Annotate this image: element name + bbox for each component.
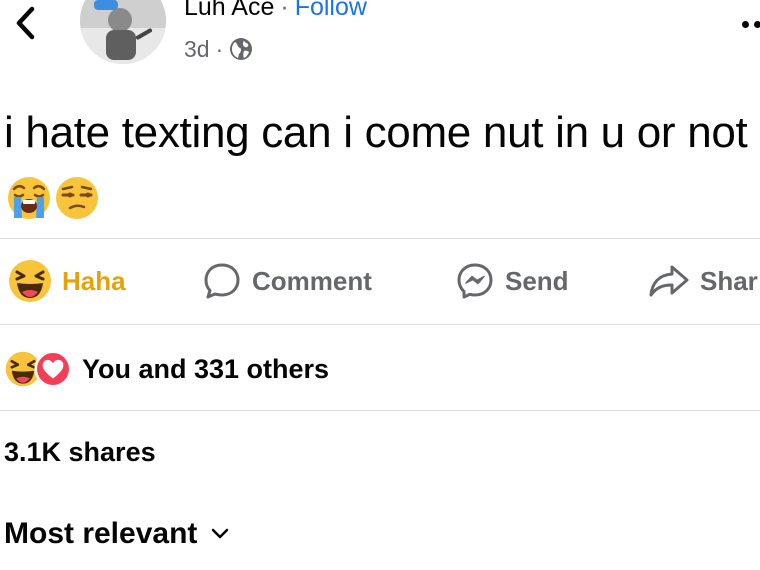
sort-label: Most relevant xyxy=(4,517,198,550)
back-button[interactable] xyxy=(8,2,44,44)
post-text: i hate texting can i come nut in u or no… xyxy=(4,108,748,157)
post-time[interactable]: 3d xyxy=(184,34,210,64)
divider xyxy=(0,238,760,239)
comment-button[interactable]: Comment xyxy=(202,256,372,306)
post-view: Luh Ace · Follow 3d · i hate texting can i… xyxy=(0,0,760,570)
unamused-face-icon xyxy=(56,177,98,219)
post-meta: 3d · xyxy=(184,34,253,64)
messenger-icon xyxy=(457,263,493,299)
chevron-left-icon xyxy=(16,6,35,40)
divider xyxy=(0,410,760,411)
comment-label: Comment xyxy=(252,265,372,296)
send-label: Send xyxy=(505,265,569,296)
love-reaction-icon xyxy=(34,350,72,388)
shares-count[interactable]: 3.1K shares xyxy=(4,437,156,468)
globe-icon xyxy=(230,38,253,60)
reactions-summary-text: You and 331 others xyxy=(82,353,330,384)
more-dot xyxy=(754,21,760,28)
comments-sort-dropdown[interactable]: Most relevant xyxy=(4,517,229,551)
haha-label: Haha xyxy=(62,265,126,296)
loudly-crying-face-icon xyxy=(8,177,50,219)
chevron-down-icon xyxy=(212,528,229,539)
haha-reaction-button[interactable]: Haha xyxy=(8,256,126,306)
reactions-summary[interactable]: You and 331 others xyxy=(4,346,329,392)
share-arrow-icon xyxy=(649,265,689,297)
meta-separator: · xyxy=(215,36,224,62)
author-name[interactable]: Luh Ace xyxy=(184,0,274,21)
avatar-photo xyxy=(80,0,166,64)
comment-bubble-icon xyxy=(204,263,240,299)
author-line: Luh Ace · Follow xyxy=(184,0,367,22)
share-label: Shar xyxy=(700,265,758,296)
send-button[interactable]: Send xyxy=(455,256,569,306)
share-button[interactable]: Shar xyxy=(648,256,758,306)
avatar[interactable] xyxy=(80,0,166,64)
follow-button[interactable]: Follow xyxy=(295,0,367,21)
haha-reaction-icon xyxy=(9,260,51,302)
more-options-button[interactable] xyxy=(738,8,760,38)
more-dots-icon xyxy=(742,21,749,28)
separator: · xyxy=(280,0,289,21)
post-body: i hate texting can i come nut in u or no… xyxy=(4,100,756,232)
divider xyxy=(0,324,760,325)
